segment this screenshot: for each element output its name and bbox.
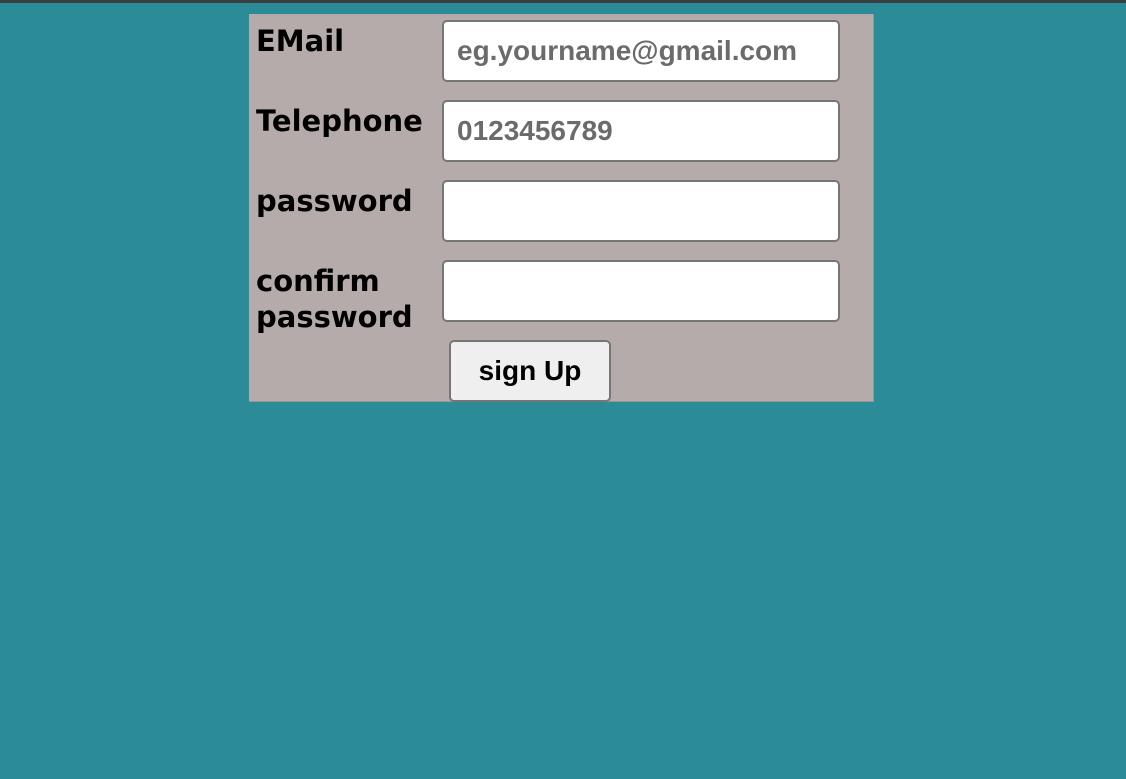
- confirm-password-label: confirm password: [256, 264, 413, 334]
- email-input[interactable]: [442, 20, 840, 82]
- email-label: EMail: [256, 24, 345, 58]
- window-top-border: [0, 0, 1126, 3]
- confirm-password-input[interactable]: [442, 260, 840, 322]
- telephone-label: Telephone: [256, 104, 423, 138]
- telephone-input[interactable]: [442, 100, 840, 162]
- signup-form: EMail Telephone password confirm passwor…: [249, 14, 874, 402]
- password-input[interactable]: [442, 180, 840, 242]
- sign-up-button[interactable]: sign Up: [449, 340, 611, 402]
- password-label: password: [256, 184, 413, 218]
